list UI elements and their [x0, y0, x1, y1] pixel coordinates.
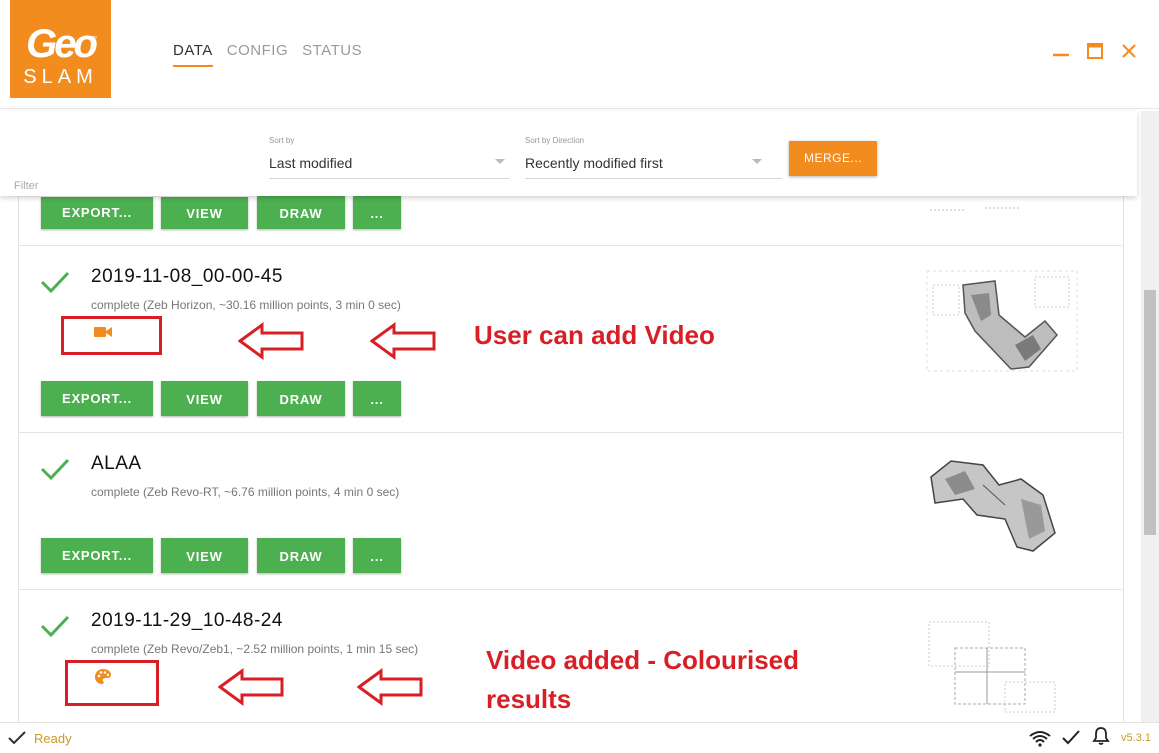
- annotation-arrow-icon: [370, 322, 436, 360]
- sort-direction-value: Recently modified first: [525, 155, 663, 171]
- annotation-arrow-icon: [238, 322, 304, 360]
- annotation-arrow-icon: [357, 668, 423, 706]
- logo-slam-text: SLAM: [23, 66, 98, 88]
- item-subtitle: complete (Zeb Horizon, ~30.16 million po…: [91, 298, 401, 312]
- annotation-text: Video added - Colourised: [486, 645, 800, 675]
- close-icon[interactable]: [1120, 42, 1138, 60]
- item-subtitle: complete (Zeb Revo/Zeb1, ~2.52 million p…: [91, 642, 419, 656]
- check-icon: [40, 271, 70, 294]
- item-subtitle: complete (Zeb Revo-RT, ~6.76 million poi…: [91, 485, 400, 499]
- filter-input[interactable]: Filter: [14, 131, 254, 197]
- merge-button[interactable]: MERGE...: [789, 141, 877, 176]
- main-nav: DATA CONFIG STATUS: [173, 42, 362, 67]
- annotation-arrow-icon: [218, 668, 284, 706]
- logo-geo-text: Geo: [26, 22, 98, 66]
- maximize-icon[interactable]: [1086, 42, 1104, 60]
- point-cloud-thumbnail: [930, 460, 1056, 552]
- point-cloud-thumbnail: [928, 621, 1056, 713]
- check-icon: [40, 458, 70, 481]
- view-button[interactable]: VIEW: [161, 381, 248, 416]
- geoslam-logo: Geo ™ SLAM: [10, 0, 111, 98]
- export-button[interactable]: EXPORT...: [41, 381, 153, 416]
- tab-status[interactable]: STATUS: [302, 42, 362, 67]
- export-button[interactable]: EXPORT...: [41, 196, 153, 229]
- tab-data[interactable]: DATA: [173, 42, 213, 67]
- list-divider: [18, 589, 1122, 590]
- point-cloud-thumbnail: [930, 207, 1020, 211]
- check-icon: [8, 731, 26, 745]
- check-icon: [40, 615, 70, 638]
- status-bar: Ready v5.3.1: [0, 722, 1159, 753]
- draw-button[interactable]: DRAW: [257, 196, 345, 229]
- chevron-down-icon: [495, 159, 505, 164]
- wifi-icon[interactable]: [1028, 729, 1052, 747]
- item-title: 2019-11-29_10-48-24: [91, 610, 283, 631]
- sort-by-value: Last modified: [269, 155, 353, 171]
- check-icon[interactable]: [1061, 729, 1081, 747]
- more-button[interactable]: ...: [353, 381, 401, 416]
- draw-button[interactable]: DRAW: [257, 381, 345, 416]
- minimize-icon[interactable]: [1051, 40, 1071, 60]
- sort-direction-label: Sort by Direction: [525, 136, 585, 145]
- annotation-text: User can add Video: [474, 320, 715, 350]
- export-button[interactable]: EXPORT...: [41, 538, 153, 573]
- list-divider: [18, 245, 1122, 246]
- item-title: ALAA: [91, 453, 142, 474]
- tab-config[interactable]: CONFIG: [227, 42, 288, 67]
- more-button[interactable]: ...: [353, 538, 401, 573]
- scrollbar-thumb[interactable]: [1144, 290, 1156, 535]
- view-button[interactable]: VIEW: [161, 196, 248, 229]
- sort-direction-select[interactable]: Sort by Direction Recently modified firs…: [525, 136, 782, 179]
- annotation-highlight-box: [61, 316, 162, 355]
- filter-bar: Filter Sort by Last modified Sort by Dir…: [0, 111, 1137, 197]
- item-title: 2019-11-08_00-00-45: [91, 266, 283, 287]
- annotation-text: results: [486, 684, 572, 714]
- list-divider: [18, 432, 1122, 433]
- filter-placeholder: Filter: [14, 180, 39, 192]
- draw-button[interactable]: DRAW: [257, 538, 345, 573]
- sort-by-label: Sort by: [269, 136, 295, 145]
- chevron-down-icon: [752, 159, 762, 164]
- version-label: v5.3.1: [1121, 732, 1151, 744]
- point-cloud-thumbnail: [926, 270, 1078, 372]
- more-button[interactable]: ...: [353, 196, 401, 229]
- sort-by-select[interactable]: Sort by Last modified: [269, 136, 509, 179]
- logo-tm: ™: [91, 36, 97, 42]
- status-text: Ready: [34, 731, 72, 746]
- bell-icon[interactable]: [1092, 726, 1110, 746]
- annotation-highlight-box: [65, 660, 159, 706]
- view-button[interactable]: VIEW: [161, 538, 248, 573]
- header-divider: [0, 108, 1159, 109]
